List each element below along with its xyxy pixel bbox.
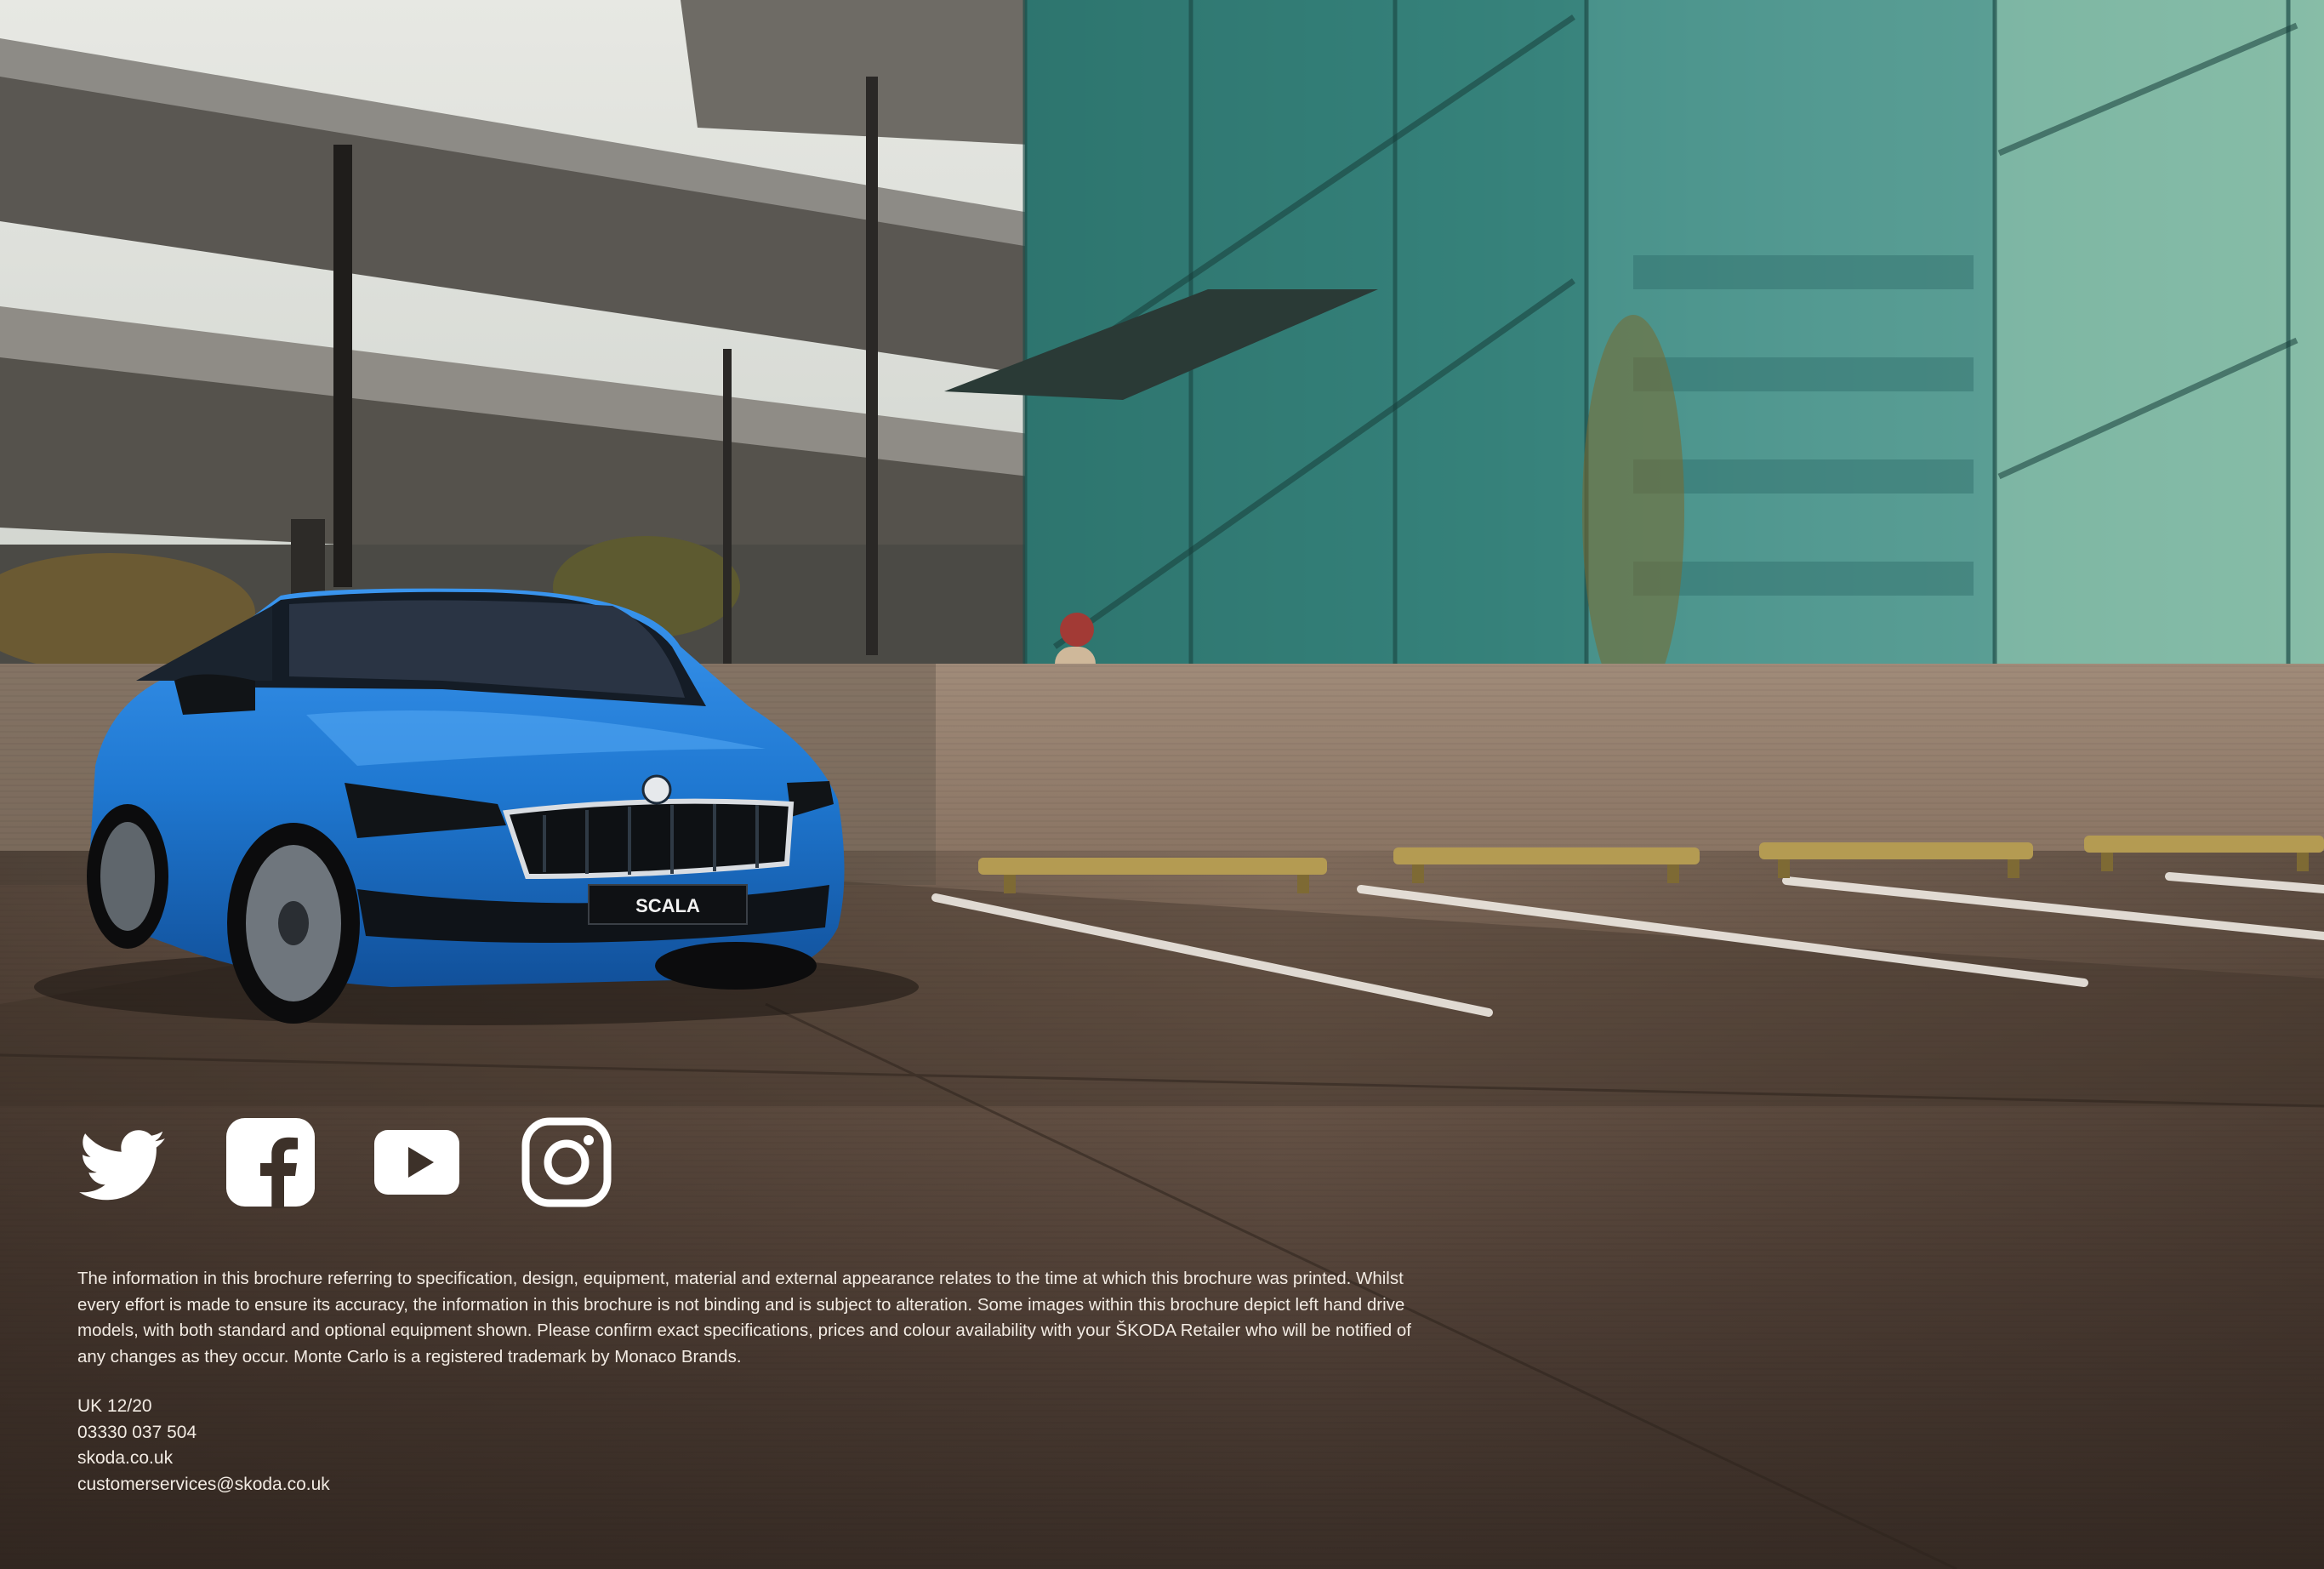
youtube-icon xyxy=(374,1130,459,1195)
social-links xyxy=(77,1116,669,1208)
brochure-back-cover: SCALA The information in this brochure r… xyxy=(0,0,2324,1569)
facebook-icon xyxy=(226,1118,315,1208)
disclaimer-text: The information in this brochure referri… xyxy=(77,1269,1411,1366)
edition-code: UK 12/20 xyxy=(77,1396,152,1416)
youtube-link[interactable] xyxy=(373,1116,464,1208)
instagram-link[interactable] xyxy=(521,1116,612,1208)
contact-details: UK 12/20 03330 037 504 skoda.co.uk custo… xyxy=(77,1394,330,1498)
svg-text:SCALA: SCALA xyxy=(635,895,700,916)
email-link[interactable]: customerservices@skoda.co.uk xyxy=(77,1475,330,1494)
instagram-icon xyxy=(521,1117,612,1207)
website-link[interactable]: skoda.co.uk xyxy=(77,1448,173,1468)
facebook-link[interactable] xyxy=(225,1116,316,1208)
twitter-icon xyxy=(79,1130,166,1201)
twitter-link[interactable] xyxy=(77,1116,168,1208)
phone-number: 03330 037 504 xyxy=(77,1422,197,1442)
